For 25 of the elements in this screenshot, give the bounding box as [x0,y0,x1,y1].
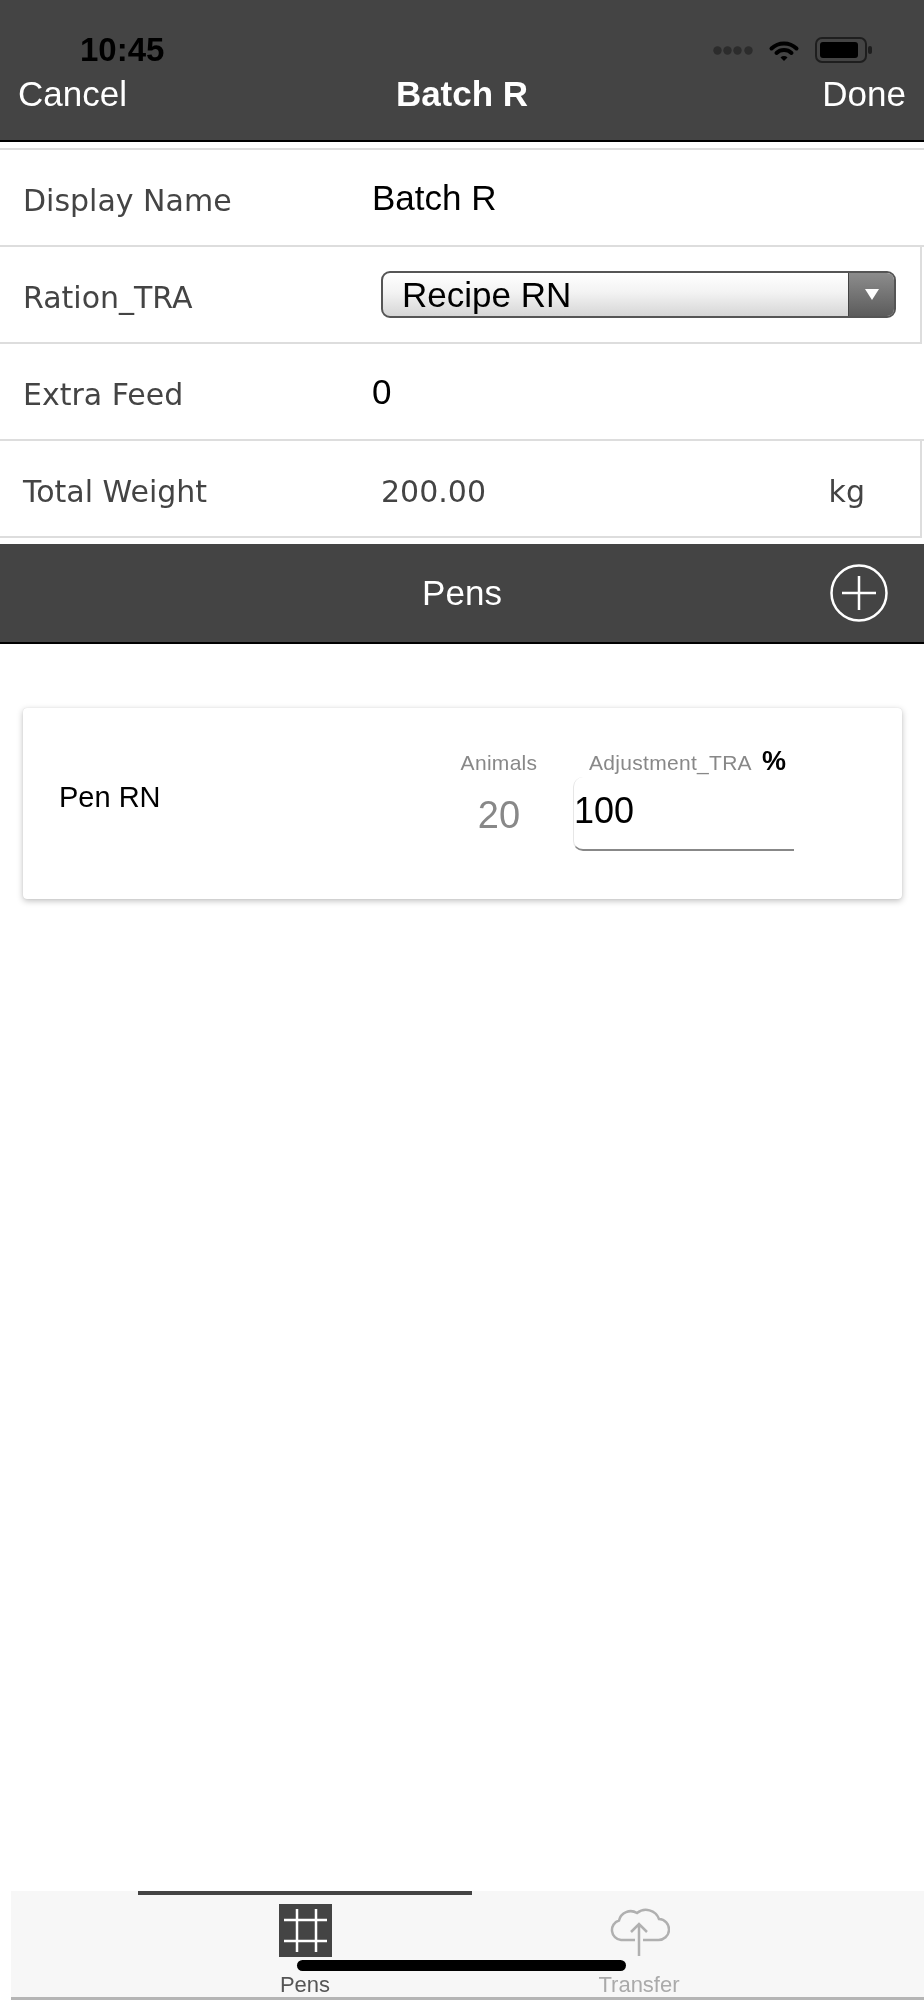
battery-icon [815,37,873,63]
signal-icon [713,45,753,55]
section-title: Pens [422,573,502,613]
animals-label: Animals [460,752,538,774]
pen-name: Pen RN [59,781,161,813]
ration-dropdown[interactable]: Recipe RN [381,271,896,318]
field-label: Display Name [23,182,233,218]
percent-unit: % [761,748,786,774]
status-time: 10:45 [80,32,165,68]
unit-label: kg [828,473,865,509]
animals-count: 20 [477,793,521,837]
grid-icon [278,1904,332,1957]
field-label: Ration_TRA [23,279,194,315]
text-input[interactable]: Batch R [372,177,497,218]
adjustment-label: Adjustment_TRA [589,752,752,774]
field-label: Extra Feed [23,376,185,412]
cancel-button[interactable]: Cancel [18,74,127,114]
weight-value: 200.00 [381,473,486,509]
nav-title: Batch R [395,74,529,114]
field-label: Total Weight [23,473,209,509]
done-button[interactable]: Done [822,74,906,114]
text-input[interactable]: 0 [372,371,392,412]
caret-icon [848,273,894,316]
plus-circle-icon[interactable] [830,564,888,622]
adjustment-input[interactable]: 100 [573,777,794,851]
